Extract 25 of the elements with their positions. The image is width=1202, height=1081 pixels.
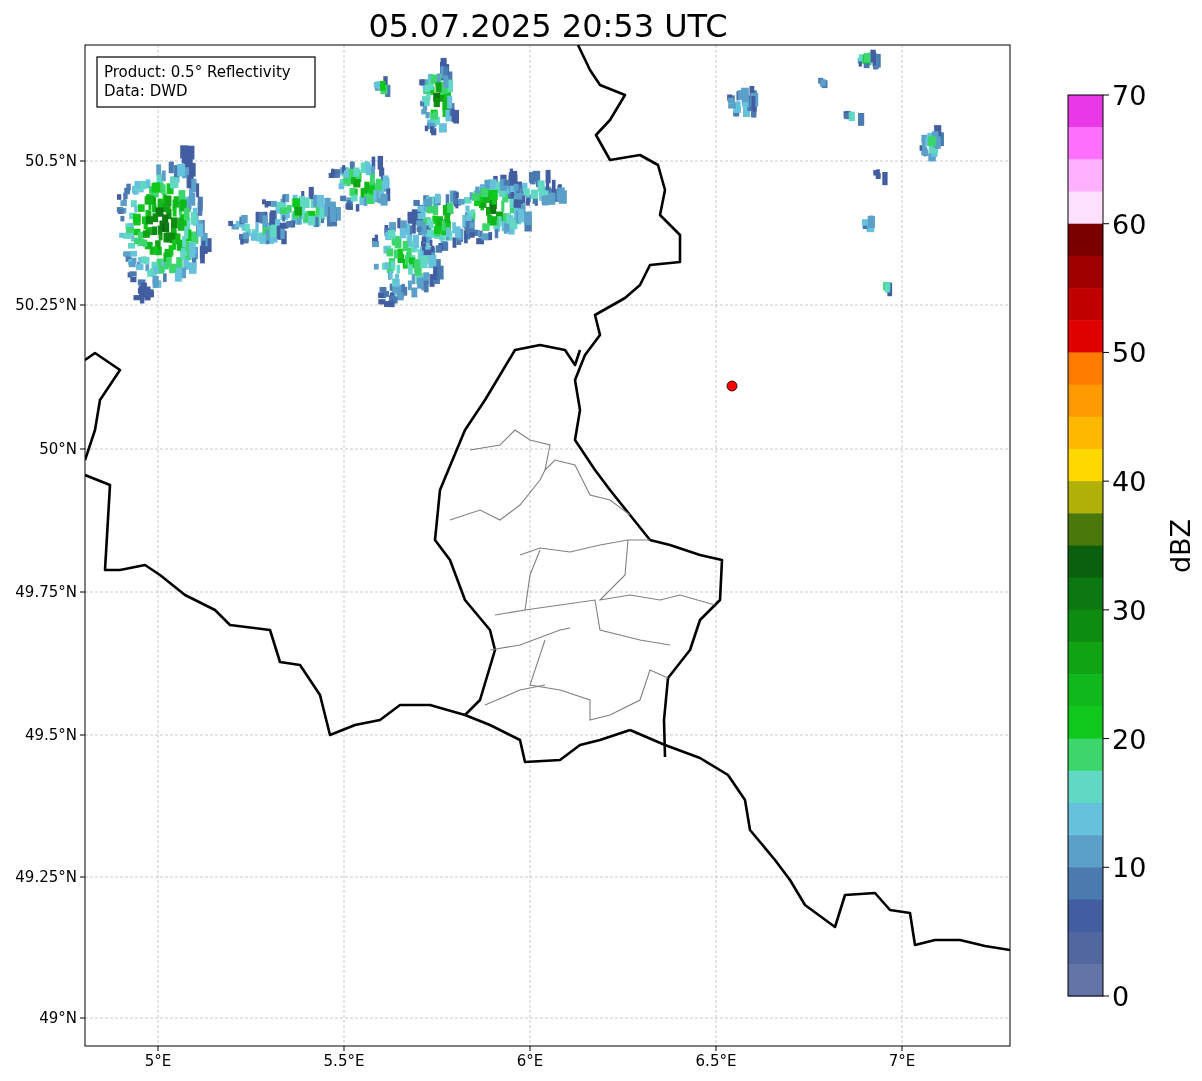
colorbar-tick-label: 10 <box>1112 852 1147 884</box>
colorbar-tick-label: 70 <box>1112 80 1147 111</box>
chart-title: 05.07.2025 20:53 UTC <box>368 7 728 45</box>
colorbar-label: dBZ <box>1165 518 1196 574</box>
colorbar-tick-label: 60 <box>1112 208 1147 240</box>
axis-tick-label: 5.5°E <box>323 1052 365 1070</box>
colorbar-tick-label: 50 <box>1112 337 1147 369</box>
axis-tick-label: 49.25°N <box>15 868 77 886</box>
axis-tick-label: 49°N <box>39 1009 77 1027</box>
colorbar-tick-label: 0 <box>1112 981 1130 1012</box>
info-text: Data: DWD <box>104 82 188 100</box>
info-text: Product: 0.5° Reflectivity <box>104 63 291 81</box>
axis-tick-label: 50°N <box>39 440 77 458</box>
location-marker <box>726 380 738 392</box>
axis-tick-label: 49.75°N <box>15 583 77 601</box>
axis-tick-label: 50.25°N <box>15 296 77 314</box>
colorbar-tick-label: 20 <box>1112 723 1147 755</box>
axis-tick-label: 5°E <box>144 1052 172 1070</box>
axis-tick-label: 7°E <box>888 1052 916 1070</box>
axis-tick-label: 50.5°N <box>24 152 77 170</box>
axis-tick-label: 6°E <box>516 1052 544 1070</box>
colorbar-tick-label: 30 <box>1112 594 1147 626</box>
axis-tick-label: 49.5°N <box>24 726 77 744</box>
colorbar-tick-label: 40 <box>1112 466 1147 498</box>
axis-tick-label: 6.5°E <box>695 1052 737 1070</box>
